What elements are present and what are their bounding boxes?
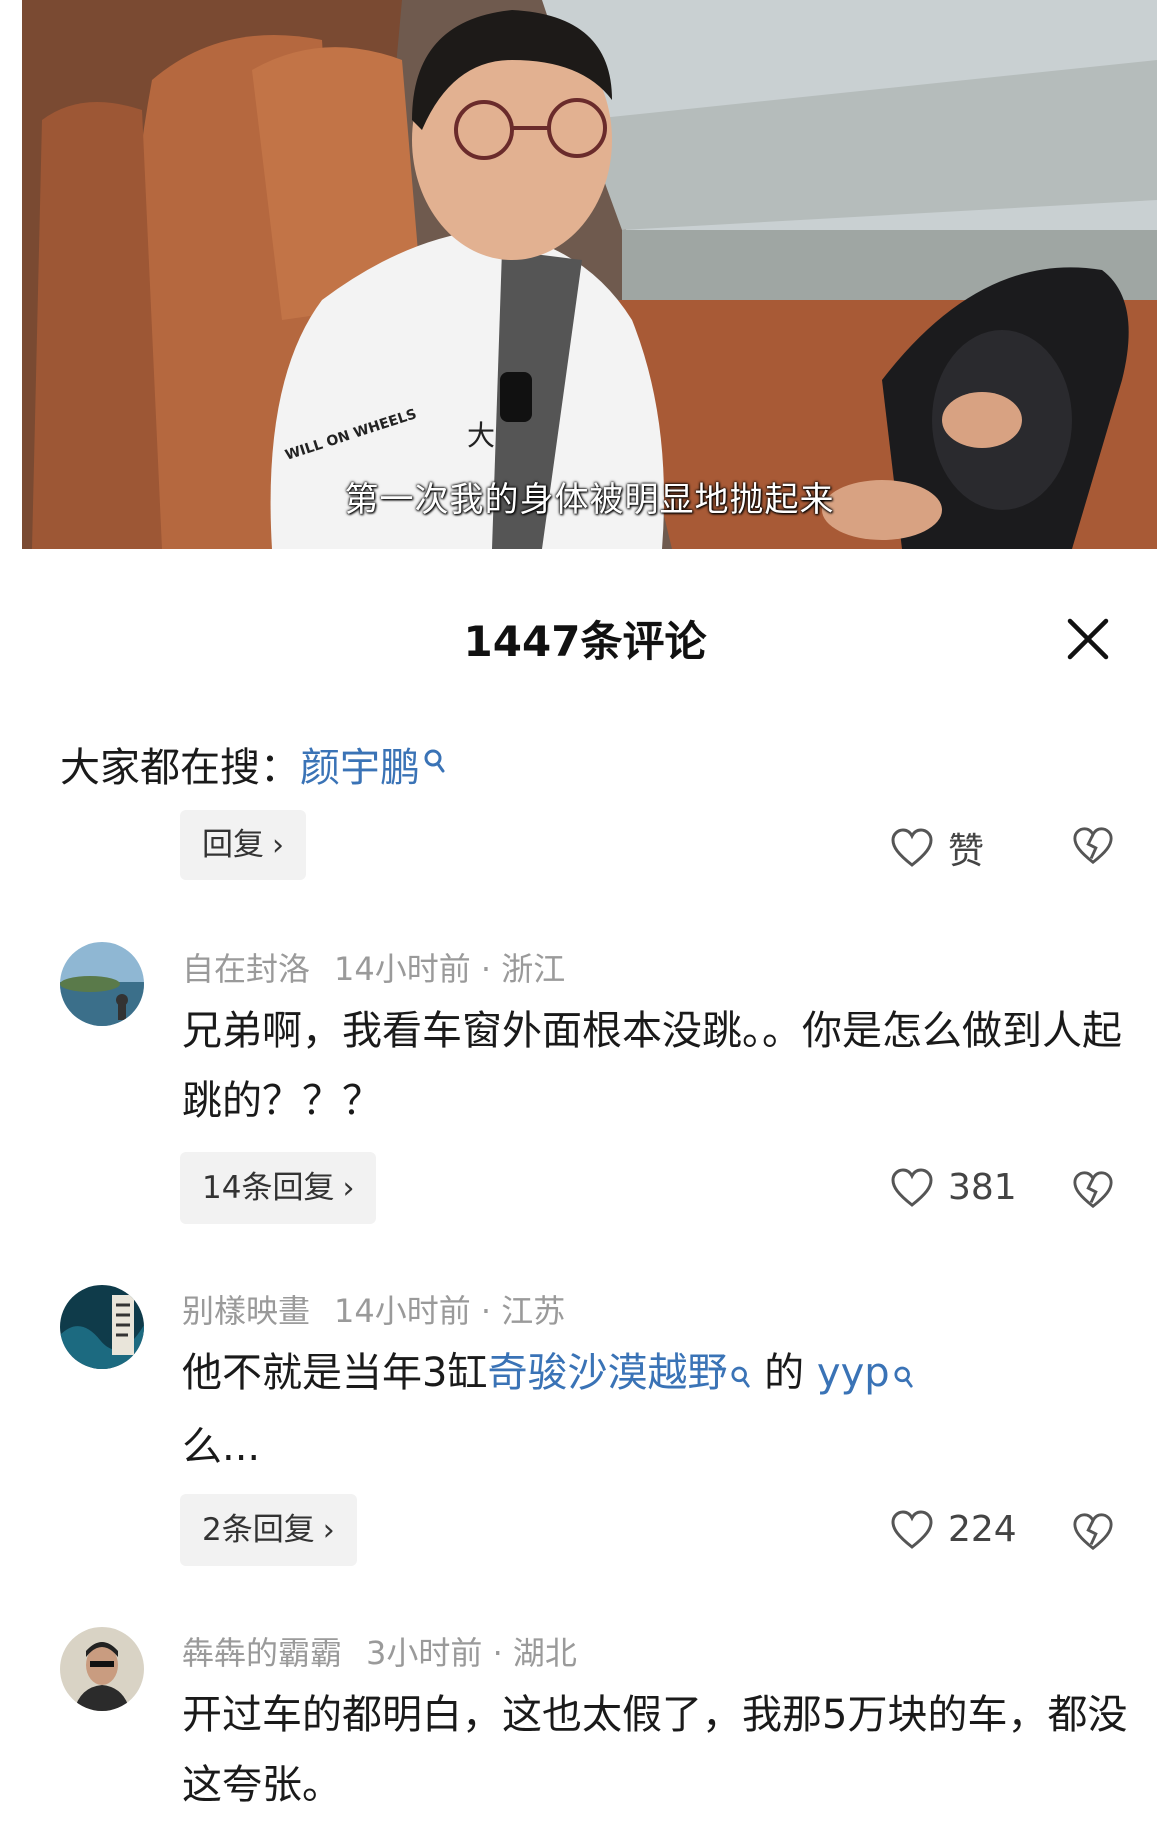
comment-text-part: 么... bbox=[182, 1424, 261, 1470]
comment-time: 14小时前 bbox=[334, 1292, 471, 1330]
view-replies-button[interactable]: 14条回复 › bbox=[180, 1152, 377, 1224]
video-subtitle: 第一次我的身体被明显地抛起来 bbox=[344, 480, 835, 520]
comment-location: 江苏 bbox=[501, 1292, 566, 1330]
username[interactable]: 别樣映畫 bbox=[182, 1292, 310, 1330]
broken-heart-icon bbox=[1073, 1513, 1113, 1551]
comment-time: 3小时前 bbox=[366, 1634, 483, 1672]
chevron-right-icon: › bbox=[342, 1171, 355, 1206]
replies-count: 14条回复 bbox=[202, 1170, 335, 1206]
close-icon[interactable] bbox=[1064, 615, 1112, 663]
avatar[interactable] bbox=[60, 1285, 144, 1369]
avatar[interactable] bbox=[60, 1627, 144, 1711]
like-button[interactable]: 381 bbox=[890, 1167, 1017, 1208]
like-count: 224 bbox=[948, 1509, 1017, 1550]
heart-icon bbox=[891, 1509, 933, 1549]
comment-location: 浙江 bbox=[501, 950, 566, 988]
like-button[interactable]: 224 bbox=[890, 1509, 1017, 1550]
search-icon bbox=[731, 1342, 751, 1412]
trending-search-keyword[interactable]: 颜宇鹏 bbox=[300, 745, 420, 791]
dislike-button[interactable] bbox=[1072, 1170, 1114, 1214]
heart-icon bbox=[891, 828, 933, 867]
search-icon bbox=[894, 1342, 914, 1412]
comment-text: 开过车的都明白，这也太假了，我那5万块的车，都没这夸张。 bbox=[182, 1692, 1128, 1808]
comment-time: 14小时前 bbox=[334, 950, 471, 988]
like-label: 赞 bbox=[948, 831, 985, 872]
comments-count-title: 1447条评论 bbox=[463, 617, 707, 666]
comment-text-part: 他不就是当年3缸 bbox=[182, 1350, 488, 1396]
comment-text: 他不就是当年3缸奇骏沙漠越野 的 yyp 么... bbox=[182, 1338, 1142, 1482]
comment-meta: 自在封洛 14小时前 · 浙江 bbox=[182, 950, 566, 988]
comment-text-part: 的 bbox=[764, 1350, 805, 1396]
like-button[interactable]: 赞 bbox=[890, 822, 984, 874]
reply-button-label: 回复 bbox=[202, 827, 264, 863]
reply-button[interactable]: 回复 › bbox=[180, 810, 306, 880]
video-frame: WILL ON WHEELS 大 bbox=[22, 0, 1157, 549]
comment-meta: 别樣映畫 14小时前 · 江苏 bbox=[182, 1292, 566, 1330]
broken-heart-icon bbox=[1073, 1171, 1113, 1209]
chevron-right-icon: › bbox=[272, 828, 284, 863]
replies-count: 2条回复 bbox=[202, 1512, 315, 1548]
username[interactable]: 自在封洛 bbox=[182, 950, 310, 988]
dislike-button[interactable] bbox=[1072, 1512, 1114, 1556]
like-count: 381 bbox=[948, 1167, 1017, 1208]
broken-heart-icon bbox=[1073, 827, 1113, 865]
svg-text:大: 大 bbox=[467, 419, 495, 452]
avatar[interactable] bbox=[60, 942, 144, 1026]
comment-text: 兄弟啊，我看车窗外面根本没跳。。你是怎么做到人起跳的？？？ bbox=[182, 1008, 1122, 1124]
trending-search-label: 大家都在搜： bbox=[60, 745, 300, 791]
search-link[interactable]: yyp bbox=[817, 1350, 890, 1396]
search-icon bbox=[424, 739, 446, 785]
search-link[interactable]: 奇骏沙漠越野 bbox=[487, 1350, 727, 1396]
comment-location: 湖北 bbox=[512, 1634, 577, 1672]
view-replies-button[interactable]: 2条回复 › bbox=[180, 1494, 357, 1566]
comment-meta: 犇犇的霸霸 3小时前 · 湖北 bbox=[182, 1634, 577, 1672]
username[interactable]: 犇犇的霸霸 bbox=[182, 1634, 342, 1672]
heart-icon bbox=[891, 1167, 933, 1207]
video-player[interactable]: WILL ON WHEELS 大 第一次我的身体被明显地抛起来 bbox=[22, 0, 1157, 549]
trending-search: 大家都在搜：颜宇鹏 bbox=[60, 735, 446, 793]
dislike-button[interactable] bbox=[1072, 826, 1114, 870]
chevron-right-icon: › bbox=[322, 1513, 335, 1548]
